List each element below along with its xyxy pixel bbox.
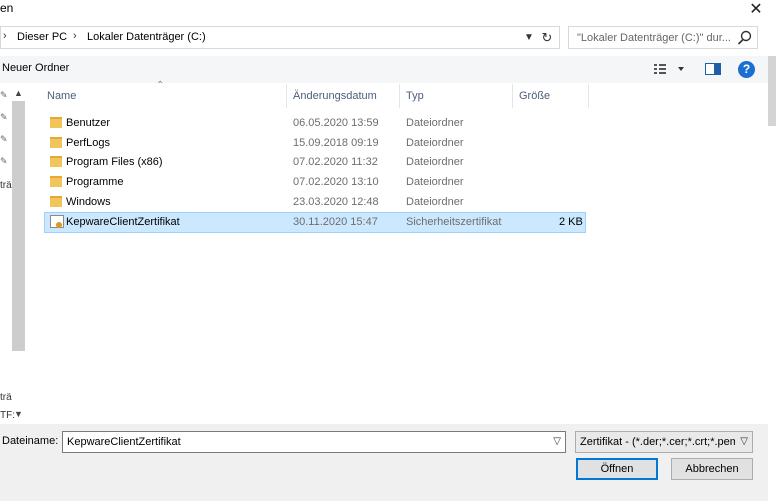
file-name: KepwareClientZertifikat [66,216,180,228]
column-header-name[interactable]: Name [47,90,76,102]
file-type: Dateiordner [406,117,464,129]
pin-icon: ✎ [0,112,8,122]
file-row[interactable]: PerfLogs 15.09.2018 09:19 Dateiordner [44,134,584,153]
pin-icon: ✎ [0,90,8,100]
pin-icon: ✎ [0,134,8,144]
file-date: 07.02.2020 11:32 [293,156,378,168]
file-row-selected[interactable]: KepwareClientZertifikat 30.11.2020 15:47… [44,212,586,233]
folder-icon [50,156,62,167]
folder-icon [50,137,62,148]
file-date: 15.09.2018 09:19 [293,137,379,149]
filename-input[interactable]: KepwareClientZertifikat ▽ [62,431,566,453]
scroll-up-icon[interactable]: ▲ [14,88,23,98]
chevron-down-icon[interactable]: ▽ [553,436,561,447]
cancel-button[interactable]: Abbrechen [671,458,753,480]
nav-item-label[interactable]: trä [0,392,12,403]
address-bar[interactable]: › Dieser PC › Lokaler Datenträger (C:) [0,26,560,49]
search-input[interactable]: "Lokaler Datenträger (C:)" dur... [568,26,758,49]
preview-pane-icon[interactable] [704,61,722,77]
file-name: Benutzer [66,117,111,129]
background-window-edge [768,56,776,126]
file-type: Dateiordner [406,196,464,208]
file-date: 06.05.2020 13:59 [293,117,379,129]
filename-value: KepwareClientZertifikat [67,436,181,448]
folder-icon [50,117,62,128]
title-bar: en ✕ [0,0,776,22]
filetype-select[interactable]: Zertifikat - (*.der;*.cer;*.crt;*.pem) ▽ [575,431,753,453]
folder-icon [50,176,62,187]
column-divider[interactable] [512,84,513,108]
file-type: Sicherheitszertifikat [406,216,502,228]
chevron-down-icon[interactable]: ▼ [522,30,536,46]
filetype-value: Zertifikat - (*.der;*.cer;*.crt;*.pem) [580,436,735,448]
new-folder-button[interactable]: Neuer Ordner [2,62,69,74]
folder-icon [50,196,62,207]
nav-scrollbar-thumb[interactable] [12,101,25,351]
window-title: en [0,1,14,15]
column-divider[interactable] [399,84,400,108]
search-icon[interactable] [737,30,753,46]
file-type: Dateiordner [406,156,464,168]
file-date: 23.03.2020 12:48 [293,196,379,208]
search-placeholder: "Lokaler Datenträger (C:)" dur... [577,32,731,44]
close-icon[interactable]: ✕ [744,0,768,20]
file-type: Dateiordner [406,137,464,149]
file-row[interactable]: Program Files (x86) 07.02.2020 11:32 Dat… [44,153,584,172]
file-date: 30.11.2020 15:47 [293,216,378,228]
column-divider[interactable] [286,84,287,108]
view-options-icon[interactable] [652,61,688,77]
filename-label: Dateiname: [2,435,59,447]
column-header-type[interactable]: Typ [406,90,424,102]
refresh-icon[interactable]: ↻ [538,29,556,47]
file-date: 07.02.2020 13:10 [293,176,379,188]
file-name: Program Files (x86) [66,156,163,168]
breadcrumb-local-disk[interactable]: Lokaler Datenträger (C:) [87,31,206,43]
breadcrumb-separator: › [3,30,7,42]
file-name: Windows [66,196,111,208]
breadcrumb-separator: › [73,30,77,42]
column-header-size[interactable]: Größe [519,90,550,102]
breadcrumb-this-pc[interactable]: Dieser PC [17,31,67,43]
column-header-date[interactable]: Änderungsdatum [293,90,377,102]
nav-item-label[interactable]: TF: [0,410,15,421]
file-type: Dateiordner [406,176,464,188]
sort-ascending-icon: ⌃ [156,80,165,91]
column-divider[interactable] [588,84,589,108]
nav-item-label[interactable]: trä [0,180,12,191]
file-name: PerfLogs [66,137,111,149]
file-row[interactable]: Benutzer 06.05.2020 13:59 Dateiordner [44,114,584,133]
help-icon[interactable]: ? [738,61,755,78]
pin-icon: ✎ [0,156,8,166]
scroll-down-icon[interactable]: ▼ [14,409,23,419]
certificate-icon [50,215,64,228]
file-size: 2 KB [559,216,583,228]
file-name: Programme [66,176,124,188]
open-button[interactable]: Öffnen [576,458,658,480]
file-row[interactable]: Programme 07.02.2020 13:10 Dateiordner [44,173,584,192]
file-row[interactable]: Windows 23.03.2020 12:48 Dateiordner [44,193,584,212]
chevron-down-icon[interactable]: ▽ [740,436,748,447]
